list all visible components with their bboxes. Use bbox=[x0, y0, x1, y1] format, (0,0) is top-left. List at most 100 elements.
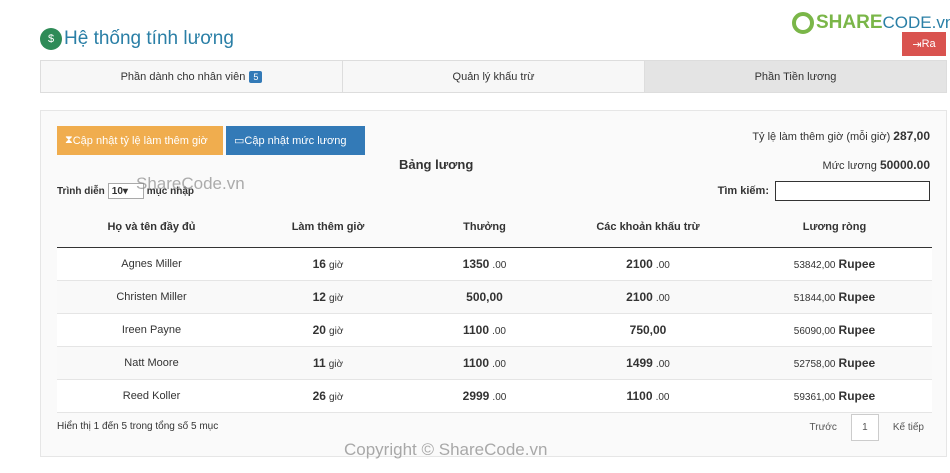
page-title: $ Hệ thống tính lương bbox=[40, 28, 234, 50]
salary-rate: Mức lương 50000.00 bbox=[823, 158, 930, 172]
page-title-text: Hệ thống tính lương bbox=[64, 28, 234, 49]
cell-net: 51844,00 Rupee bbox=[737, 290, 932, 304]
overtime-rate-value: 287,00 bbox=[893, 129, 930, 143]
tab-payroll[interactable]: Phần Tiền lương bbox=[645, 61, 946, 92]
cell-overtime: 16 giờ bbox=[246, 257, 410, 271]
cell-deductions: 2100 .00 bbox=[559, 257, 737, 271]
ot-value: 11 bbox=[312, 356, 326, 370]
logout-button[interactable]: ⇥ Ra bbox=[902, 32, 946, 56]
app-header: $ Hệ thống tính lương SHARE CODE.vn ⇥ Ra bbox=[0, 0, 950, 60]
net-currency: Rupee bbox=[838, 257, 876, 271]
money-bill-icon: ▭ bbox=[234, 135, 245, 147]
cell-net: 56090,00 Rupee bbox=[737, 323, 932, 337]
main-tabs: Phần dành cho nhân viên 5 Quản lý khấu t… bbox=[40, 60, 947, 93]
tab-employees-label: Phần dành cho nhân viên bbox=[120, 70, 246, 83]
center-watermark: ShareCode.vn bbox=[136, 174, 245, 193]
bonus-decimals: .00 bbox=[492, 326, 506, 337]
table-row: Reed Koller 26 giờ 2999 .00 1100 .00 593… bbox=[57, 380, 932, 413]
page-1-button[interactable]: 1 bbox=[850, 414, 879, 441]
bonus-decimals: .00 bbox=[492, 392, 507, 403]
net-value: 59361,00 bbox=[793, 392, 836, 403]
money-icon: $ bbox=[40, 28, 62, 50]
net-value: 51844,00 bbox=[793, 293, 836, 304]
ded-decimals: .00 bbox=[655, 359, 670, 370]
net-value: 52758,00 bbox=[793, 359, 836, 370]
update-overtime-label: Cập nhật tỷ lệ làm thêm giờ bbox=[72, 134, 208, 147]
payroll-table: Họ và tên đầy đủ Làm thêm giờ Thưởng Các… bbox=[57, 207, 932, 413]
net-currency: Rupee bbox=[838, 290, 876, 304]
search-control: Tìm kiếm: bbox=[718, 181, 930, 201]
cell-bonus: 2999 .00 bbox=[410, 389, 559, 403]
bonus-value: 1350 bbox=[462, 257, 490, 271]
cell-deductions: 1100 .00 bbox=[559, 389, 737, 403]
ot-unit: giờ bbox=[329, 260, 344, 271]
col-fullname[interactable]: Họ và tên đầy đủ bbox=[57, 221, 246, 233]
ded-value: 2100 bbox=[626, 257, 653, 271]
ded-decimals: .00 bbox=[655, 260, 670, 271]
logout-icon: ⇥ bbox=[912, 38, 922, 51]
cell-overtime: 20 giờ bbox=[246, 323, 410, 337]
search-input[interactable] bbox=[775, 181, 930, 201]
overtime-rate: Tỷ lệ làm thêm giờ (mỗi giờ) 287,00 bbox=[752, 129, 930, 143]
tab-deductions[interactable]: Quản lý khấu trừ bbox=[343, 61, 645, 92]
table-info: Hiển thị 1 đến 5 trong tổng số 5 mục bbox=[57, 421, 219, 432]
next-page-button[interactable]: Kế tiếp bbox=[893, 422, 924, 433]
col-deductions[interactable]: Các khoản khấu trừ bbox=[559, 221, 737, 233]
table-body: Agnes Miller 16 giờ 1350 .00 2100 .00 53… bbox=[57, 248, 932, 413]
cell-overtime: 12 giờ bbox=[246, 290, 410, 304]
ot-value: 26 bbox=[312, 389, 326, 403]
cell-net: 53842,00 Rupee bbox=[737, 257, 932, 271]
salary-rate-value: 50000.00 bbox=[879, 158, 930, 172]
table-row: Ireen Payne 20 giờ 1100 .00 750,00 56090… bbox=[57, 314, 932, 347]
tab-deductions-label: Quản lý khấu trừ bbox=[452, 70, 535, 83]
cell-name: Natt Moore bbox=[124, 357, 179, 369]
col-overtime[interactable]: Làm thêm giờ bbox=[246, 221, 410, 233]
cell-net: 52758,00 Rupee bbox=[737, 356, 932, 370]
net-currency: Rupee bbox=[838, 323, 876, 337]
brand-text-1: SHARE bbox=[816, 12, 883, 33]
tab-payroll-label: Phần Tiền lương bbox=[754, 70, 837, 83]
table-title: Bảng lương bbox=[399, 157, 474, 172]
pagination: Trước 1 Kế tiếp bbox=[810, 414, 924, 441]
cell-bonus: 1100 .00 bbox=[410, 323, 559, 337]
net-currency: Rupee bbox=[838, 356, 876, 370]
cell-overtime: 26 giờ bbox=[246, 389, 410, 403]
tab-employees[interactable]: Phần dành cho nhân viên 5 bbox=[41, 61, 343, 92]
cell-name: Christen Miller bbox=[116, 291, 187, 303]
bonus-decimals: .00 bbox=[492, 359, 506, 370]
cell-name: Ireen Payne bbox=[121, 324, 182, 336]
employee-count-badge: 5 bbox=[249, 70, 263, 83]
cell-overtime: 11 giờ bbox=[246, 356, 410, 370]
length-prefix: Trình diễn bbox=[57, 185, 105, 197]
ot-unit: giờ bbox=[329, 326, 344, 337]
overtime-rate-label: Tỷ lệ làm thêm giờ (mỗi giờ) bbox=[752, 131, 891, 143]
search-label: Tìm kiếm: bbox=[717, 185, 769, 197]
update-overtime-button[interactable]: ⧗ Cập nhật tỷ lệ làm thêm giờ bbox=[57, 126, 223, 155]
entries-select-value: 10 bbox=[111, 185, 123, 197]
update-salary-label: Cập nhật mức lương bbox=[244, 134, 347, 147]
ot-unit: giờ bbox=[329, 293, 344, 304]
net-value: 53842,00 bbox=[793, 260, 836, 271]
col-bonus[interactable]: Thưởng bbox=[410, 221, 559, 233]
table-header: Họ và tên đầy đủ Làm thêm giờ Thưởng Các… bbox=[57, 207, 932, 248]
ot-value: 12 bbox=[312, 290, 326, 304]
bonus-value: 500,00 bbox=[466, 290, 503, 304]
ded-value: 2100 bbox=[626, 290, 653, 304]
bonus-value: 1100 bbox=[462, 356, 490, 370]
footer-watermark: Copyright © ShareCode.vn bbox=[344, 440, 548, 459]
table-row: Natt Moore 11 giờ 1100 .00 1499 .00 5275… bbox=[57, 347, 932, 380]
ot-unit: giờ bbox=[329, 392, 344, 403]
payroll-panel: ⧗ Cập nhật tỷ lệ làm thêm giờ ▭ Cập nhật… bbox=[40, 110, 947, 457]
hourglass-icon: ⧗ bbox=[65, 134, 73, 146]
cell-deductions: 1499 .00 bbox=[559, 356, 737, 370]
bonus-value: 2999 bbox=[462, 389, 490, 403]
update-salary-button[interactable]: ▭ Cập nhật mức lương bbox=[226, 126, 365, 155]
cell-deductions: 2100 .00 bbox=[559, 290, 737, 304]
ded-value: 750,00 bbox=[629, 323, 667, 337]
ot-unit: giờ bbox=[328, 359, 344, 370]
prev-page-button[interactable]: Trước bbox=[810, 422, 837, 433]
ot-value: 16 bbox=[312, 257, 326, 271]
col-net-salary[interactable]: Lương ròng bbox=[737, 221, 932, 233]
ded-decimals: .00 bbox=[655, 392, 670, 403]
table-row: Agnes Miller 16 giờ 1350 .00 2100 .00 53… bbox=[57, 248, 932, 281]
